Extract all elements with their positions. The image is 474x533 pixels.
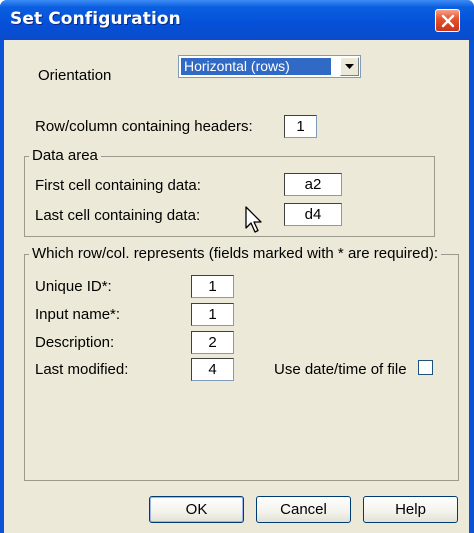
use-date-checkbox[interactable] [418,360,433,375]
description-input[interactable]: 2 [191,331,234,354]
dialog-window: Set Configuration Orientation Horizontal… [0,0,474,533]
first-cell-label: First cell containing data: [35,177,201,194]
orientation-label: Orientation [38,67,112,84]
last-modified-label: Last modified: [35,361,129,378]
input-name-input[interactable]: 1 [191,303,234,326]
data-area-group [24,156,435,237]
close-button[interactable] [435,9,460,32]
orientation-select[interactable]: Horizontal (rows) [178,55,361,78]
unique-id-input[interactable]: 1 [191,275,234,298]
orientation-selected-value: Horizontal (rows) [181,58,331,75]
last-modified-input[interactable]: 4 [191,358,234,381]
first-cell-input[interactable]: a2 [284,173,342,196]
dialog-title: Set Configuration [10,9,181,29]
data-area-legend: Data area [29,147,101,164]
last-cell-input[interactable]: d4 [284,203,342,226]
help-button[interactable]: Help [363,496,458,523]
last-cell-label: Last cell containing data: [35,207,201,224]
unique-id-label: Unique ID*: [35,278,112,295]
use-date-label[interactable]: Use date/time of file [274,361,407,378]
title-bar[interactable]: Set Configuration [0,0,474,40]
ok-button[interactable]: OK [149,496,244,523]
input-name-label: Input name*: [35,306,121,323]
chevron-down-icon [345,64,354,69]
headers-row-label: Row/column containing headers: [35,118,253,135]
description-label: Description: [35,334,115,351]
mouse-pointer-icon [245,206,262,233]
orientation-dropdown-button[interactable] [340,57,359,76]
headers-row-input[interactable]: 1 [284,115,317,138]
close-icon [441,14,455,28]
cancel-button[interactable]: Cancel [256,496,351,523]
mapping-legend: Which row/col. represents (fields marked… [29,245,441,262]
